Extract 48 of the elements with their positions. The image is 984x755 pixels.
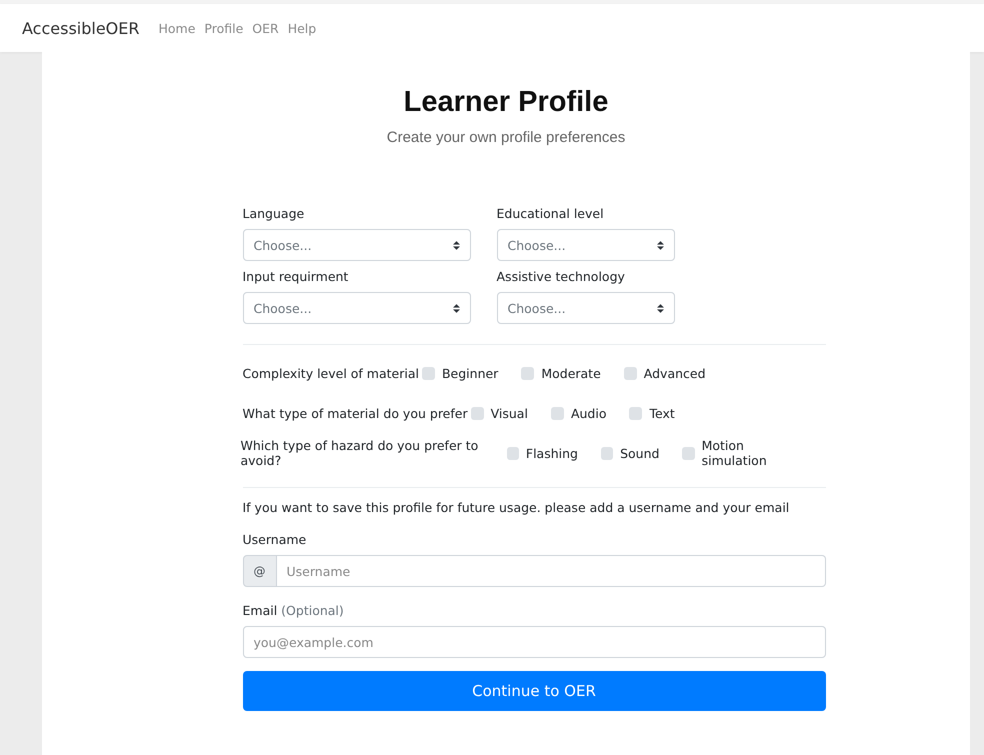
nav-link[interactable]: Help <box>288 20 316 36</box>
checkbox[interactable] <box>600 446 614 460</box>
select-field[interactable]: Choose... <box>242 229 470 261</box>
brand-link[interactable]: AccessibleOER <box>22 18 140 38</box>
question-label: Complexity level of material <box>242 366 419 380</box>
optional-hint: (Optional) <box>281 603 344 618</box>
checkbox[interactable] <box>470 406 484 420</box>
field-label: Educational level <box>496 206 605 221</box>
checkbox[interactable] <box>624 366 637 380</box>
email-field[interactable]: you@example.com <box>242 626 826 658</box>
checkbox-label: Visual <box>490 406 528 420</box>
info-text: If you want to save this profile for future usage. please add a username and your email <box>242 500 790 515</box>
select-field[interactable]: Choose... <box>496 292 674 324</box>
username-field[interactable]: Username <box>276 555 826 587</box>
sort-caret-icon <box>452 240 460 250</box>
page-subtitle: Create your own profile preferences <box>386 129 626 146</box>
checkbox-label: Motion simulation <box>702 438 768 468</box>
select-field[interactable]: Choose... <box>496 229 674 261</box>
sort-caret-icon <box>656 240 664 250</box>
continue-button[interactable]: Continue to OER <box>242 671 826 711</box>
nav-link[interactable]: Home <box>158 20 196 36</box>
checkbox-label: Audio <box>570 406 606 420</box>
checkbox[interactable] <box>629 406 642 420</box>
checkbox-label: Text <box>649 406 675 420</box>
checkbox-label: Beginner <box>442 366 498 380</box>
checkbox-label: Flashing <box>526 446 578 460</box>
sort-caret-icon <box>452 304 460 312</box>
nav-link[interactable]: OER <box>252 20 279 36</box>
checkbox[interactable] <box>422 366 435 380</box>
page-title: Learner Profile <box>404 86 608 119</box>
field-label: Language <box>242 206 306 221</box>
checkbox-label: Sound <box>620 446 660 460</box>
checkbox-label: Moderate <box>541 366 601 380</box>
select-field[interactable]: Choose... <box>242 292 470 324</box>
checkbox[interactable] <box>550 406 564 420</box>
nav-link[interactable]: Profile <box>204 20 244 36</box>
checkbox[interactable] <box>521 366 534 380</box>
field-label: Input requirment <box>242 269 350 284</box>
at-prefix: @ <box>242 555 276 587</box>
field-label: Username <box>242 532 308 547</box>
checkbox[interactable] <box>682 446 695 460</box>
checkbox[interactable] <box>506 446 519 460</box>
field-label: Assistive technology <box>496 269 626 284</box>
question-label: What type of material do you prefer <box>242 406 468 420</box>
sort-caret-icon <box>656 304 664 312</box>
question-label: Which type of hazard do you prefer to avoid? <box>240 438 480 468</box>
checkbox-label: Advanced <box>644 366 706 380</box>
field-label: Email <box>242 603 278 618</box>
